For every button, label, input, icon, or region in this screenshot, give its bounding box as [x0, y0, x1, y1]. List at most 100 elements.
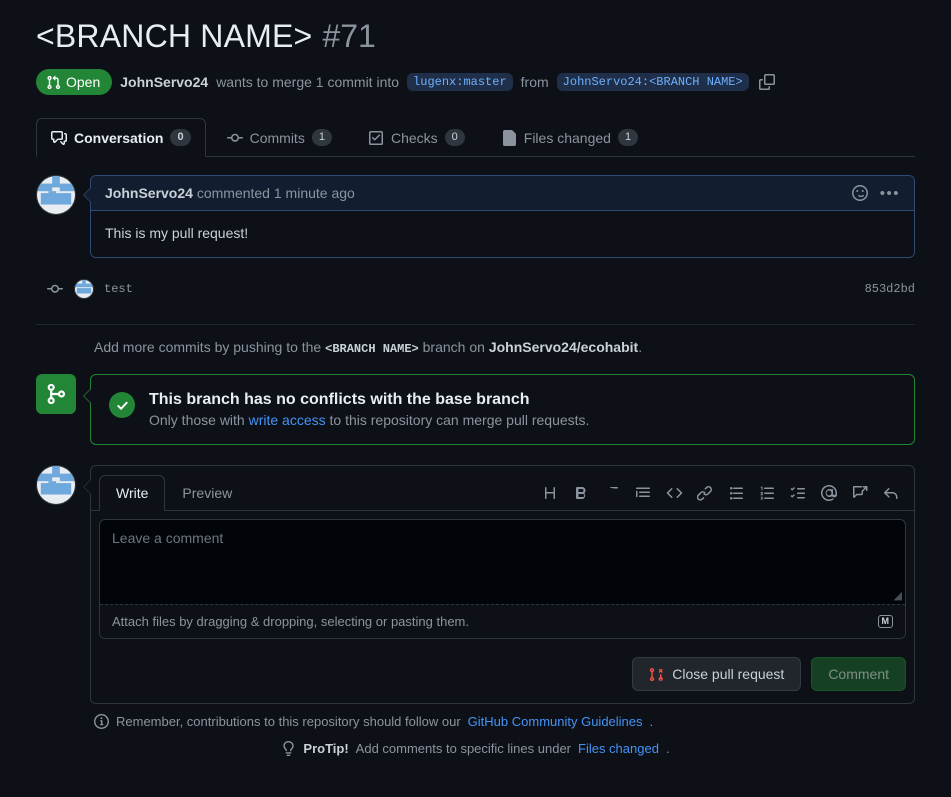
close-pull-request-button[interactable]: Close pull request: [632, 657, 802, 691]
attach-files-text: Attach files by dragging & dropping, sel…: [112, 614, 469, 629]
push-note-branch: <BRANCH NAME>: [325, 342, 419, 356]
commit-node-icon: [46, 281, 64, 297]
saved-reply-icon[interactable]: [851, 484, 869, 502]
heading-icon[interactable]: [541, 484, 559, 502]
commit-icon: [226, 130, 243, 146]
push-note-middle: branch on: [422, 339, 485, 355]
push-more-commits-note: Add more commits by pushing to the <BRAN…: [36, 324, 915, 356]
pr-title-text: <BRANCH NAME>: [36, 18, 313, 54]
editor-actions: Close pull request Comment: [91, 647, 914, 703]
markdown-toolbar: [541, 484, 906, 510]
commit-sha[interactable]: 853d2bd: [865, 282, 915, 296]
push-note-repo: JohnServo24/ecohabit: [488, 339, 639, 355]
pull-request-closed-icon: [649, 667, 664, 682]
lightbulb-icon: [281, 741, 296, 756]
kebab-icon[interactable]: •••: [880, 186, 900, 201]
merge-status-title: This branch has no conflicts with the ba…: [149, 391, 530, 408]
comment-header: JohnServo24 commented 1 minute ago •••: [91, 176, 914, 211]
close-pull-request-label: Close pull request: [672, 666, 785, 682]
avatar: [36, 175, 76, 215]
comment-card: JohnServo24 commented 1 minute ago ••• T…: [83, 175, 915, 258]
comment-editor-section: Write Preview Leave a comment ◢ Attach f…: [36, 465, 915, 704]
pull-request-icon: [46, 75, 61, 90]
pull-request-page: <BRANCH NAME> #71 Open JohnServo24 wants…: [0, 0, 951, 797]
pr-meta-row: Open JohnServo24 wants to merge 1 commit…: [36, 69, 915, 95]
tab-commits[interactable]: Commits 1: [212, 118, 347, 157]
community-guidelines-link[interactable]: GitHub Community Guidelines: [468, 714, 643, 729]
community-guidelines-note: Remember, contributions to this reposito…: [36, 704, 915, 729]
merge-sub-prefix: Only those with: [149, 412, 245, 428]
check-icon: [109, 392, 135, 418]
status-badge-label: Open: [66, 74, 101, 90]
tab-write[interactable]: Write: [99, 475, 166, 511]
editor-body: Leave a comment ◢ Attach files by draggi…: [91, 511, 914, 647]
write-access-link[interactable]: write access: [249, 412, 326, 428]
tab-conversation-label: Conversation: [74, 129, 164, 146]
head-branch-chip[interactable]: JohnServo24:<BRANCH NAME>: [556, 73, 749, 91]
smiley-icon[interactable]: [851, 185, 868, 201]
tab-checks-count: 0: [444, 129, 465, 146]
merge-status-section: This branch has no conflicts with the ba…: [36, 374, 915, 445]
tab-files-changed-count: 1: [617, 129, 639, 146]
merge-sub-suffix: to this repository can merge pull reques…: [329, 412, 590, 428]
protip-suffix: .: [665, 741, 670, 756]
comment-input[interactable]: Leave a comment ◢: [100, 520, 905, 604]
comment-action: commented: [196, 185, 270, 201]
info-icon: [94, 714, 109, 729]
link-icon[interactable]: [696, 484, 714, 502]
current-user-avatar: [36, 465, 76, 505]
tab-files-changed[interactable]: Files changed 1: [486, 118, 653, 157]
code-icon[interactable]: [665, 484, 683, 502]
tab-commits-count: 1: [311, 129, 332, 146]
status-badge: Open: [36, 69, 113, 95]
protip-note: ProTip! Add comments to specific lines u…: [36, 741, 915, 756]
attach-files-bar: Attach files by dragging & dropping, sel…: [100, 604, 905, 638]
tab-files-changed-label: Files changed: [523, 129, 611, 146]
merge-status-subtitle: Only those with write access to this rep…: [149, 412, 589, 428]
reply-icon[interactable]: [882, 484, 900, 502]
file-diff-icon: [501, 129, 517, 146]
comment-thread: JohnServo24 commented 1 minute ago ••• T…: [36, 175, 915, 258]
italic-icon[interactable]: [603, 484, 621, 502]
ordered-list-icon[interactable]: [758, 484, 776, 502]
comment-byline: JohnServo24 commented 1 minute ago: [105, 185, 355, 201]
pr-number: #71: [322, 18, 376, 54]
protip-label: ProTip!: [303, 741, 349, 756]
copy-icon[interactable]: [758, 74, 775, 90]
base-branch-chip[interactable]: lugenx:master: [407, 73, 513, 91]
push-note-prefix: Add more commits by pushing to the: [94, 339, 322, 355]
commit-avatar: [74, 279, 94, 299]
page-title: <BRANCH NAME> #71: [36, 0, 915, 55]
merge-icon: [36, 374, 76, 414]
tab-commits-label: Commits: [249, 129, 305, 146]
comment-button[interactable]: Comment: [811, 657, 906, 691]
comment-author[interactable]: JohnServo24: [105, 185, 193, 201]
guidelines-prefix: Remember, contributions to this reposito…: [116, 714, 461, 729]
unordered-list-icon[interactable]: [727, 484, 745, 502]
protip-text: Add comments to specific lines under: [355, 741, 571, 756]
comment-body: This is my pull request!: [91, 211, 914, 257]
tab-conversation-count: 0: [170, 129, 191, 146]
mention-icon[interactable]: [820, 484, 838, 502]
tab-checks[interactable]: Checks 0: [353, 118, 480, 157]
task-list-icon[interactable]: [789, 484, 807, 502]
markdown-icon[interactable]: M: [877, 614, 893, 629]
from-label: from: [520, 74, 549, 90]
protip-files-changed-link[interactable]: Files changed: [578, 741, 659, 756]
pr-author: JohnServo24: [120, 74, 209, 90]
commit-row: test 853d2bd: [36, 272, 915, 306]
resize-grip-icon[interactable]: ◢: [894, 589, 902, 602]
push-note-suffix: .: [638, 339, 643, 355]
quote-icon[interactable]: [634, 484, 652, 502]
tab-conversation[interactable]: Conversation 0: [36, 118, 206, 157]
comment-header-actions: •••: [851, 185, 900, 201]
comment-editor: Write Preview Leave a comment ◢ Attach f…: [83, 465, 915, 704]
bold-icon[interactable]: [572, 484, 590, 502]
commit-message[interactable]: test: [104, 282, 133, 296]
pr-tab-bar: Conversation 0 Commits 1 Checks 0 Files …: [36, 117, 915, 157]
timeline: JohnServo24 commented 1 minute ago ••• T…: [36, 175, 915, 356]
editor-tab-bar: Write Preview: [91, 466, 914, 511]
tab-preview[interactable]: Preview: [165, 475, 249, 511]
merge-description: wants to merge 1 commit into: [216, 74, 400, 90]
merge-status-card: This branch has no conflicts with the ba…: [83, 374, 915, 445]
